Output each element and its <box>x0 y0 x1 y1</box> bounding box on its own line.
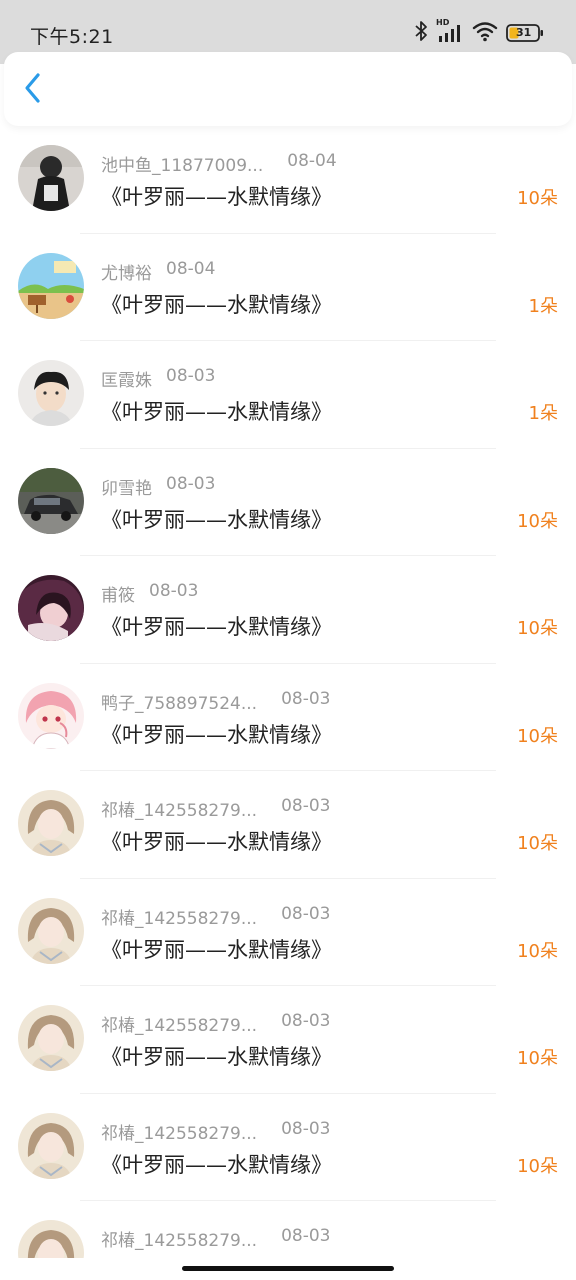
flower-amount: 1朵 <box>528 295 558 317</box>
item-meta: 甫筱 08-03 <box>101 581 199 606</box>
work-title: 《叶罗丽——水默情缘》 <box>101 507 332 532</box>
gift-record-list[interactable]: 池中鱼_11877009... 08-04 《叶罗丽——水默情缘》 10朵 尤博… <box>0 126 576 1258</box>
send-date: 08-03 <box>281 1118 331 1139</box>
list-item[interactable]: 甫筱 08-03 《叶罗丽——水默情缘》 10朵 <box>0 556 576 664</box>
home-indicator[interactable] <box>182 1266 394 1271</box>
sender-name: 祁椿_142558279... <box>101 1231 258 1251</box>
cell-signal-icon: HD <box>436 18 464 45</box>
send-date: 08-03 <box>281 903 331 924</box>
work-title: 《叶罗丽——水默情缘》 <box>101 1045 332 1069</box>
list-item[interactable]: 池中鱼_11877009... 08-04 《叶罗丽——水默情缘》 10朵 <box>0 126 576 234</box>
portrait-boy-avatar[interactable] <box>18 360 84 426</box>
work-title: 《叶罗丽——水默情缘》 <box>101 830 332 854</box>
sender-name: 尤博裕 <box>101 263 152 284</box>
list-item[interactable]: 祁椿_142558279... 08-03 <box>0 1201 576 1258</box>
cartoon-landscape-avatar[interactable] <box>18 252 84 319</box>
send-date: 08-04 <box>287 151 337 171</box>
item-meta: 祁椿_142558279... 08-03 <box>101 1011 331 1036</box>
item-meta: 祁椿_142558279... 08-03 <box>101 903 331 929</box>
item-meta: 卯雪艳 08-03 <box>101 473 216 499</box>
flower-amount: 10朵 <box>517 1048 558 1069</box>
sender-name: 甫筱 <box>101 586 135 606</box>
work-title: 《叶罗丽——水默情缘》 <box>101 1152 332 1177</box>
anime-pink-hair-avatar[interactable] <box>18 682 84 749</box>
flower-amount: 10朵 <box>517 1155 558 1177</box>
work-title: 《叶罗丽——水默情缘》 <box>101 615 332 639</box>
back-button[interactable] <box>16 72 50 108</box>
screen: 下午5:21 HD 31 池中鱼_11877009... 08-04 《叶罗丽—… <box>0 0 576 1280</box>
list-item[interactable]: 尤博裕 08-04 《叶罗丽——水默情缘》 1朵 <box>0 234 576 341</box>
battery-icon: 31 <box>506 23 544 43</box>
sender-name: 祁椿_142558279... <box>101 1123 258 1144</box>
girl-portrait-avatar[interactable] <box>18 897 84 964</box>
sender-name: 祁椿_142558279... <box>101 1016 258 1036</box>
chevron-left-icon <box>22 71 44 109</box>
sender-name: 祁椿_142558279... <box>101 908 258 929</box>
flower-amount: 10朵 <box>517 618 558 639</box>
list-item[interactable]: 祁椿_142558279... 08-03 《叶罗丽——水默情缘》 10朵 <box>0 879 576 986</box>
flower-amount: 10朵 <box>517 833 558 854</box>
send-date: 08-03 <box>281 1011 331 1031</box>
work-title: 《叶罗丽——水默情缘》 <box>101 722 332 747</box>
sender-name: 鸭子_758897524... <box>101 693 258 714</box>
car-photo-avatar[interactable] <box>18 467 84 534</box>
send-date: 08-03 <box>281 688 331 709</box>
send-date: 08-04 <box>166 258 216 279</box>
item-meta: 池中鱼_11877009... 08-04 <box>101 151 337 176</box>
work-title: 《叶罗丽——水默情缘》 <box>101 937 332 962</box>
header-bar <box>4 52 572 126</box>
girl-portrait-avatar[interactable] <box>18 1005 84 1071</box>
list-item[interactable]: 卯雪艳 08-03 《叶罗丽——水默情缘》 10朵 <box>0 449 576 556</box>
flower-amount: 10朵 <box>517 188 558 209</box>
list-item[interactable]: 匡霞姝 08-03 《叶罗丽——水默情缘》 1朵 <box>0 341 576 449</box>
item-meta: 祁椿_142558279... 08-03 <box>101 1118 331 1144</box>
flower-amount: 10朵 <box>517 510 558 532</box>
list-item[interactable]: 鸭子_758897524... 08-03 《叶罗丽——水默情缘》 10朵 <box>0 664 576 771</box>
flower-amount: 10朵 <box>517 725 558 747</box>
girl-portrait-avatar[interactable] <box>18 1112 84 1179</box>
work-title: 《叶罗丽——水默情缘》 <box>101 400 332 424</box>
work-title: 《叶罗丽——水默情缘》 <box>101 185 332 209</box>
item-meta: 祁椿_142558279... 08-03 <box>101 1226 331 1251</box>
list-item[interactable]: 祁椿_142558279... 08-03 《叶罗丽——水默情缘》 10朵 <box>0 1094 576 1201</box>
work-title: 《叶罗丽——水默情缘》 <box>101 292 332 317</box>
wifi-icon <box>472 20 498 46</box>
status-icons: HD 31 <box>414 18 544 46</box>
item-meta: 匡霞姝 08-03 <box>101 366 216 391</box>
sender-name: 池中鱼_11877009... <box>101 156 264 176</box>
sender-name: 祁椿_142558279... <box>101 801 258 821</box>
sender-name: 匡霞姝 <box>101 371 152 391</box>
send-date: 08-03 <box>281 1226 331 1246</box>
list-item[interactable]: 祁椿_142558279... 08-03 《叶罗丽——水默情缘》 10朵 <box>0 986 576 1094</box>
item-meta: 鸭子_758897524... 08-03 <box>101 688 331 714</box>
girl-portrait-avatar[interactable] <box>18 1220 84 1258</box>
girl-purple-hair-avatar[interactable] <box>18 575 84 641</box>
sender-name: 卯雪艳 <box>101 478 152 499</box>
battery-level: 31 <box>516 26 532 39</box>
send-date: 08-03 <box>149 581 199 601</box>
item-meta: 祁椿_142558279... 08-03 <box>101 796 331 821</box>
status-time: 下午5:21 <box>30 26 114 48</box>
flower-amount: 10朵 <box>517 940 558 962</box>
bluetooth-icon <box>414 20 428 46</box>
flower-amount: 1朵 <box>528 403 558 424</box>
send-date: 08-03 <box>166 473 216 494</box>
list-item[interactable]: 祁椿_142558279... 08-03 《叶罗丽——水默情缘》 10朵 <box>0 771 576 879</box>
item-meta: 尤博裕 08-04 <box>101 258 216 284</box>
send-date: 08-03 <box>281 796 331 816</box>
girl-portrait-avatar[interactable] <box>18 790 84 856</box>
dark-figure-avatar[interactable] <box>18 145 84 211</box>
send-date: 08-03 <box>166 366 216 386</box>
